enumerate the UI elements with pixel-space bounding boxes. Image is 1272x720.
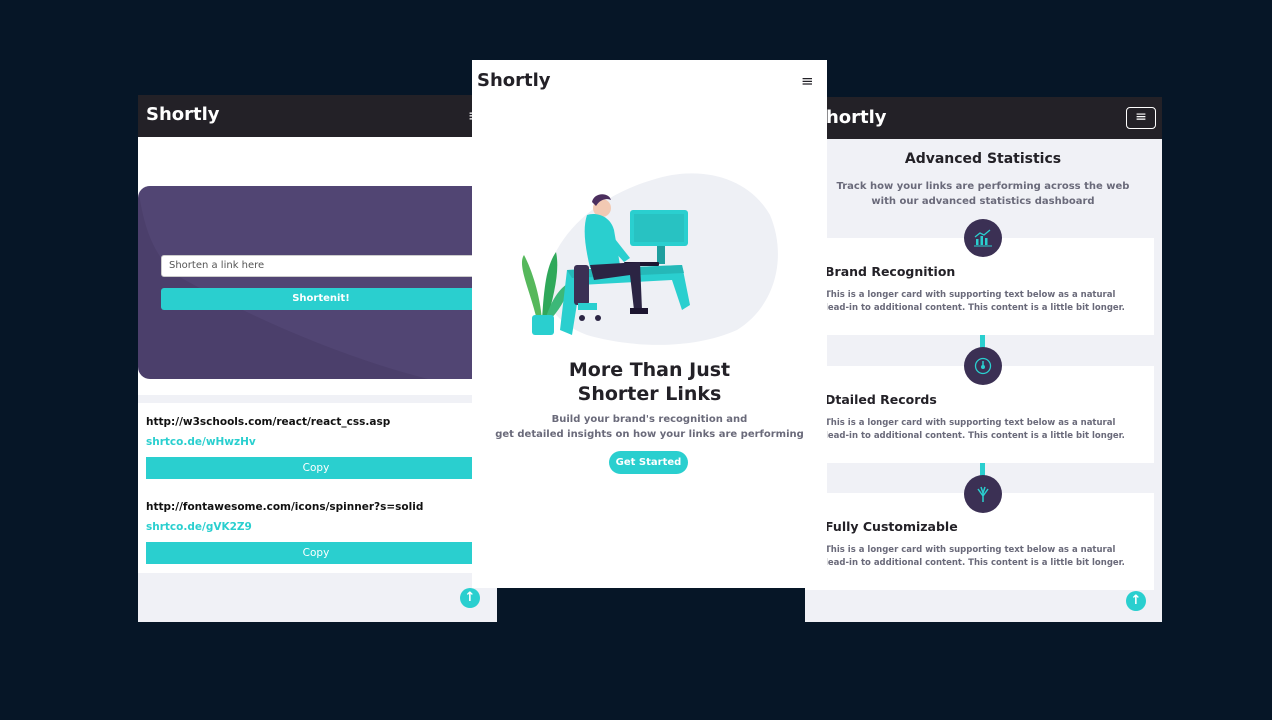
original-url: http://fontawesome.com/icons/spinner?s=s… [146,501,424,513]
middle-screen: Shortly ≡ More Than Just Shorter Links B… [472,60,827,588]
short-url[interactable]: shrtco.de/wHwzHv [146,436,256,448]
gauge-icon [964,347,1002,385]
result-item: http://fontawesome.com/icons/spinner?s=s… [138,488,497,573]
right-screen: Shortly ≡ Advanced Statistics Track how … [805,97,1162,622]
copy-button[interactable]: Copy [146,542,486,564]
chart-icon [964,219,1002,257]
logo[interactable]: Shortly [146,104,220,125]
menu-toggle-icon[interactable]: ≡ [1126,107,1156,129]
result-item: http://w3schools.com/react/react_css.asp… [138,403,497,488]
card-desc: This is a longer card with supporting te… [825,418,1125,441]
card-title: Fully Customizable [825,519,958,534]
logo[interactable]: Shortly [477,70,551,91]
card-title: Dtailed Records [825,392,937,407]
brush-icon [964,475,1002,513]
scroll-top-icon[interactable]: ↑ [460,588,480,608]
original-url: http://w3schools.com/react/react_css.asp [146,416,391,428]
section-title: Advanced Statistics [904,151,1062,167]
shorten-input[interactable]: Shorten a link here [161,255,481,277]
menu-icon[interactable]: ≡ [801,72,814,90]
shorten-box [138,186,497,379]
left-screen: Shortly ≡ Shorten a link here Shortenit!… [138,95,497,622]
working-illustration [521,173,778,345]
hero-heading: More Than Just Shorter Links [568,359,731,405]
card-desc: This is a longer card with supporting te… [825,290,1125,313]
card-title: Brand Recognition [825,264,956,279]
get-started-button[interactable]: Get Started [609,451,688,474]
hero-subtext: Build your brand's recognition and get d… [495,414,804,440]
navbar: Shortly ≡ [805,97,1162,139]
navbar: Shortly ≡ [138,95,497,137]
scroll-top-icon[interactable]: ↑ [1126,591,1146,611]
card-desc: This is a longer card with supporting te… [825,545,1125,568]
section-subtitle: Track how your links are performing acro… [836,181,1130,207]
copy-button[interactable]: Copy [146,457,486,479]
short-url[interactable]: shrtco.de/gVK2Z9 [146,521,252,533]
shorten-button[interactable]: Shortenit! [161,288,481,310]
